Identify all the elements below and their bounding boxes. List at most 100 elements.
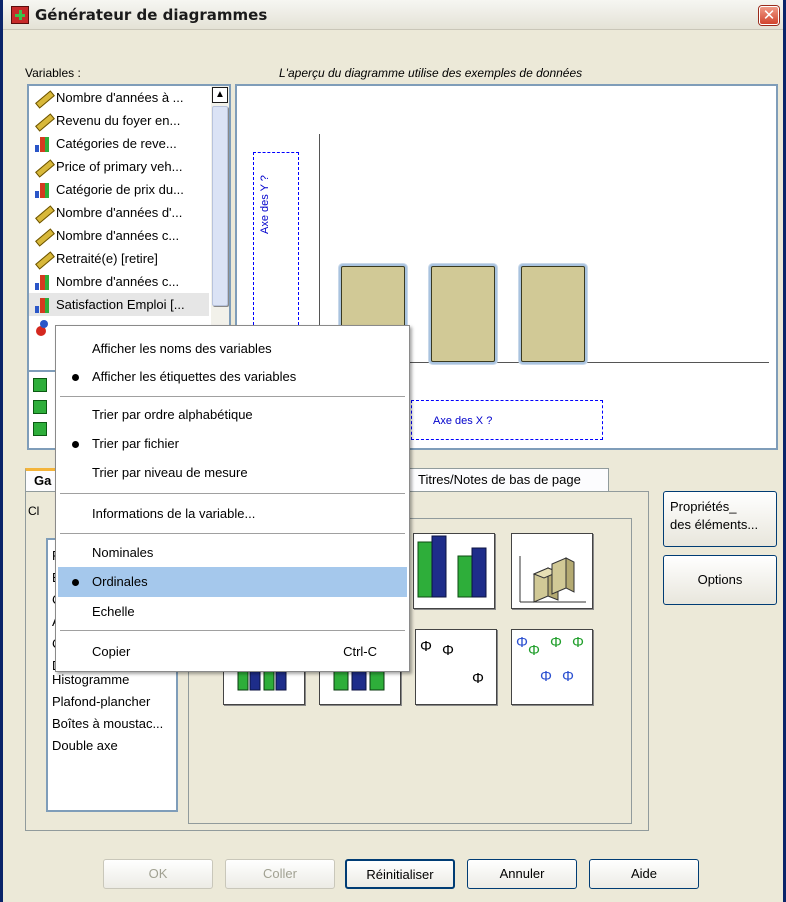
- ordinal-bars-icon: [34, 296, 52, 314]
- variable-label: Revenu du foyer en...: [56, 113, 181, 128]
- menu-item-copy[interactable]: Copier Ctrl-C: [58, 637, 407, 667]
- menu-item-label: Afficher les noms des variables: [92, 341, 272, 356]
- grid-icon: [33, 422, 47, 436]
- scale-ruler-icon: [34, 227, 52, 245]
- menu-item-label: Ordinales: [92, 574, 148, 589]
- menu-item-nominal[interactable]: Nominales: [58, 538, 407, 568]
- chart-type-item[interactable]: Double axe: [52, 738, 118, 753]
- phi-glyph: Φ: [420, 638, 432, 655]
- menu-item-label: Afficher les étiquettes des variables: [92, 369, 297, 384]
- radio-bullet-icon: [72, 374, 79, 381]
- gallery-thumb-3d-bar[interactable]: [511, 533, 593, 609]
- variable-label: Catégories de reve...: [56, 136, 177, 151]
- variable-item[interactable]: Nombre d'années c...: [29, 224, 209, 247]
- variable-item[interactable]: Nombre d'années à ...: [29, 86, 209, 109]
- phi-glyph: Φ: [528, 642, 540, 659]
- gallery-thumb-clustered-bar[interactable]: [413, 533, 495, 609]
- menu-separator: [60, 630, 405, 632]
- variable-label: Satisfaction Emploi [...: [56, 297, 185, 312]
- phi-glyph: Φ: [442, 642, 454, 659]
- grid-icon: [33, 378, 47, 392]
- variable-label: Nombre d'années à ...: [56, 90, 184, 105]
- gallery-thumb-clustered-error-bars[interactable]: Φ Φ Φ Φ Φ Φ: [511, 629, 593, 705]
- menu-item-scale[interactable]: Echelle: [58, 597, 407, 627]
- props-button-line2: des éléments...: [670, 517, 759, 532]
- reset-button[interactable]: Réinitialiser: [345, 859, 455, 889]
- ok-button[interactable]: OK: [103, 859, 213, 889]
- menu-item-variable-info[interactable]: Informations de la variable...: [58, 499, 407, 529]
- menu-item-sort-by-measure[interactable]: Trier par niveau de mesure: [58, 458, 407, 488]
- variable-label: Nombre d'années c...: [56, 228, 180, 243]
- options-button[interactable]: Options: [663, 555, 777, 605]
- scale-ruler-icon: [34, 204, 52, 222]
- scale-ruler-icon: [34, 89, 52, 107]
- chart-type-item[interactable]: Plafond-plancher: [52, 694, 150, 709]
- phi-glyph: Φ: [562, 668, 574, 685]
- variable-label: Nombre d'années c...: [56, 274, 180, 289]
- variable-item-selected[interactable]: Satisfaction Emploi [...: [29, 293, 209, 316]
- variable-item[interactable]: Catégorie de prix du...: [29, 178, 209, 201]
- variable-item[interactable]: Catégories de reve...: [29, 132, 209, 155]
- radio-bullet-icon: [72, 441, 79, 448]
- menu-item-label: Informations de la variable...: [92, 506, 256, 521]
- menu-item-label: Trier par fichier: [92, 436, 179, 451]
- menu-item-shortcut: Ctrl-C: [343, 644, 377, 659]
- variable-item[interactable]: Nombre d'années c...: [29, 270, 209, 293]
- menu-item-sort-alphabetical[interactable]: Trier par ordre alphabétique: [58, 400, 407, 430]
- preview-bar[interactable]: [431, 266, 495, 362]
- variable-item[interactable]: Revenu du foyer en...: [29, 109, 209, 132]
- scale-ruler-icon: [34, 158, 52, 176]
- chart-builder-window: Générateur de diagrammes ✕ Variables : L…: [0, 0, 786, 902]
- variables-label: Variables :: [25, 66, 81, 80]
- variable-label: Retraité(e) [retire]: [56, 251, 158, 266]
- variable-item[interactable]: Nombre d'années d'...: [29, 201, 209, 224]
- clustered-bar-icon: [417, 535, 487, 598]
- variable-item[interactable]: Retraité(e) [retire]: [29, 247, 209, 270]
- menu-item-show-variable-labels[interactable]: Afficher les étiquettes des variables: [58, 362, 407, 392]
- gallery-thumb-error-bars[interactable]: Φ Φ Φ: [415, 629, 497, 705]
- menu-item-label: Copier: [92, 644, 131, 659]
- phi-glyph: Φ: [472, 670, 484, 687]
- chart-type-item[interactable]: Histogramme: [52, 672, 129, 687]
- phi-glyph: Φ: [550, 634, 562, 651]
- ordinal-bars-icon: [34, 135, 52, 153]
- scroll-up-arrow-icon[interactable]: ▲: [212, 87, 228, 103]
- variables-list-items: Nombre d'années à ... Revenu du foyer en…: [29, 86, 209, 339]
- paste-button[interactable]: Coller: [225, 859, 335, 889]
- close-button[interactable]: ✕: [759, 6, 779, 25]
- cancel-button[interactable]: Annuler: [467, 859, 577, 889]
- ordinal-bars-icon: [34, 273, 52, 291]
- variable-label: Nombre d'années d'...: [56, 205, 183, 220]
- menu-item-label: Nominales: [92, 545, 154, 560]
- title-bar[interactable]: Générateur de diagrammes ✕: [3, 0, 783, 30]
- preview-bar[interactable]: [521, 266, 585, 362]
- menu-separator: [60, 533, 405, 535]
- scale-ruler-icon: [34, 112, 52, 130]
- menu-item-label: Echelle: [92, 604, 135, 619]
- menu-item-sort-by-file[interactable]: Trier par fichier: [58, 429, 407, 459]
- ordinal-bars-icon: [34, 181, 52, 199]
- chart-type-item[interactable]: Boîtes à moustac...: [52, 716, 163, 731]
- chart-types-header: Cl: [28, 504, 40, 518]
- element-properties-button[interactable]: Propriétés_ des éléments...: [663, 491, 777, 547]
- menu-item-ordinal[interactable]: Ordinales: [58, 567, 407, 597]
- variable-label: Catégorie de prix du...: [56, 182, 184, 197]
- grid-icon: [33, 400, 47, 414]
- variable-label: Price of primary veh...: [56, 159, 183, 174]
- scrollbar-thumb[interactable]: [212, 106, 228, 306]
- y-axis-label: Axe des Y ?: [259, 175, 271, 234]
- props-button-line1: Propriétés_: [670, 499, 737, 514]
- x-axis-label: Axe des X ?: [433, 415, 493, 427]
- window-title: Générateur de diagrammes: [35, 6, 268, 24]
- menu-separator: [60, 493, 405, 495]
- 3d-bar-icon: [519, 556, 586, 603]
- app-icon: [11, 6, 29, 24]
- preview-note: L'aperçu du diagramme utilise des exempl…: [279, 66, 583, 80]
- tab-titles-footnotes[interactable]: Titres/Notes de bas de page: [409, 468, 609, 492]
- menu-separator: [60, 396, 405, 398]
- menu-item-show-variable-names[interactable]: Afficher les noms des variables: [58, 334, 407, 364]
- variable-item[interactable]: Price of primary veh...: [29, 155, 209, 178]
- menu-item-label: Trier par niveau de mesure: [92, 465, 248, 480]
- help-button[interactable]: Aide: [589, 859, 699, 889]
- nominal-circles-icon: [34, 319, 52, 337]
